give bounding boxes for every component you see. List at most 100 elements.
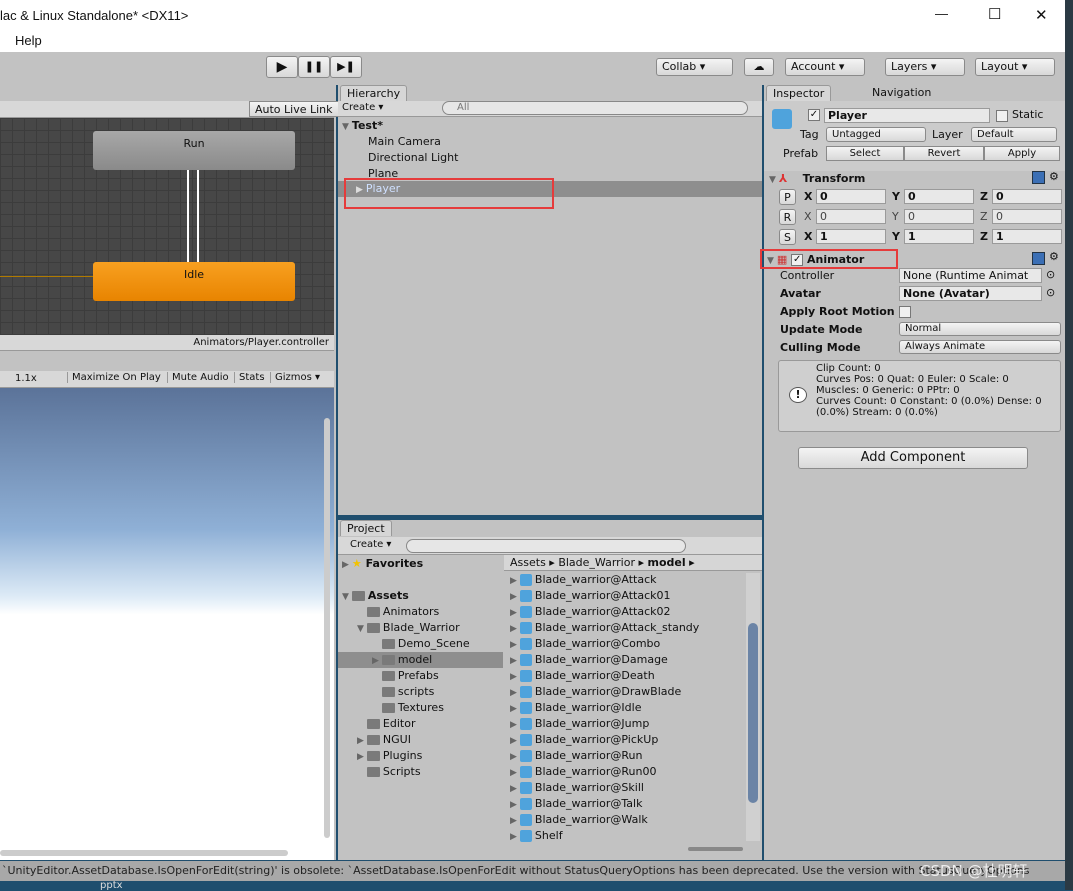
file-item[interactable]: ▶ Blade_warrior@Damage xyxy=(510,653,668,666)
add-component-button[interactable]: Add Component xyxy=(798,447,1028,469)
expand-arrow-icon[interactable]: ▶ xyxy=(510,608,517,618)
expand-arrow-icon[interactable]: ▶ xyxy=(357,752,364,762)
expand-arrow-icon[interactable]: ▶ xyxy=(372,656,379,666)
expand-arrow-icon[interactable]: ▶ xyxy=(510,752,517,762)
object-picker-icon[interactable]: ⊙ xyxy=(1046,268,1055,281)
prefab-revert-button[interactable]: Revert xyxy=(904,146,984,161)
file-item[interactable]: ▶ Blade_warrior@Walk xyxy=(510,813,648,826)
folder-item[interactable]: ▼ Assets xyxy=(338,588,503,604)
minimize-button[interactable]: — xyxy=(935,6,948,21)
static-checkbox[interactable] xyxy=(996,110,1008,122)
tab-hierarchy[interactable]: Hierarchy xyxy=(340,85,408,101)
transform-reset-p-button[interactable]: P xyxy=(779,189,796,205)
transform-y-input[interactable]: 0 xyxy=(904,189,974,204)
tag-dropdown[interactable]: Untagged xyxy=(826,127,926,142)
step-button[interactable]: ▶❚ xyxy=(330,56,362,78)
gear-icon[interactable]: ⚙ xyxy=(1049,250,1059,263)
expand-arrow-icon[interactable]: ▶ xyxy=(510,816,517,826)
transform-header[interactable]: ▼ ⅄ Transform xyxy=(769,172,865,185)
close-button[interactable]: ✕ xyxy=(1035,6,1048,24)
stats-button[interactable]: Stats xyxy=(234,372,269,383)
help-icon[interactable] xyxy=(1032,252,1045,265)
pause-button[interactable]: ❚❚ xyxy=(298,56,330,78)
transform-z-input[interactable]: 0 xyxy=(992,189,1062,204)
collab-button[interactable]: Collab ▾ xyxy=(656,58,733,76)
layers-dropdown[interactable]: Layers ▾ xyxy=(885,58,965,76)
file-item[interactable]: ▶ Blade_warrior@Skill xyxy=(510,781,644,794)
file-item[interactable]: ▶ Blade_warrior@Attack02 xyxy=(510,605,671,618)
gear-icon[interactable]: ⚙ xyxy=(1049,170,1059,183)
maximize-button[interactable]: ☐ xyxy=(988,5,1001,23)
file-item[interactable]: ▶ Blade_warrior@Run00 xyxy=(510,765,657,778)
expand-arrow-icon[interactable]: ▼ xyxy=(342,592,349,602)
expand-arrow-icon[interactable]: ▶ xyxy=(510,576,517,586)
expand-arrow-icon[interactable]: ▶ xyxy=(510,768,517,778)
transition-line[interactable] xyxy=(187,170,189,262)
scale-label[interactable]: 1.1x xyxy=(15,373,37,384)
object-name-input[interactable]: Player xyxy=(824,108,990,123)
transform-y-input[interactable]: 1 xyxy=(904,229,974,244)
horizontal-scrollbar[interactable] xyxy=(0,850,288,856)
transform-z-input[interactable]: 0 xyxy=(992,209,1062,224)
tab-project[interactable]: Project xyxy=(340,520,392,536)
help-icon[interactable] xyxy=(1032,171,1045,184)
expand-arrow-icon[interactable]: ▶ xyxy=(510,672,517,682)
icon-size-slider[interactable] xyxy=(688,847,743,851)
prefab-apply-button[interactable]: Apply xyxy=(984,146,1060,161)
folder-item[interactable]: ▶Scripts xyxy=(338,764,503,780)
expand-arrow-icon[interactable]: ▼ xyxy=(357,624,364,634)
folder-item[interactable]: ▶ model xyxy=(338,652,503,668)
file-item[interactable]: ▶ Blade_warrior@PickUp xyxy=(510,733,658,746)
folder-item[interactable]: ▶ Plugins xyxy=(338,748,503,764)
cloud-button[interactable]: ☁ xyxy=(744,58,774,76)
file-item[interactable]: ▶ Blade_warrior@Idle xyxy=(510,701,641,714)
transform-x-input[interactable]: 0 xyxy=(816,189,886,204)
expand-arrow-icon[interactable]: ▶ xyxy=(510,784,517,794)
scrollbar-thumb[interactable] xyxy=(748,623,758,803)
active-checkbox[interactable]: ✓ xyxy=(808,109,820,121)
folder-item[interactable]: ▶Textures xyxy=(338,700,503,716)
expand-arrow-icon[interactable]: ▶ xyxy=(510,688,517,698)
state-idle[interactable]: Idle xyxy=(93,262,295,301)
file-item[interactable]: ▶ Blade_warrior@Run xyxy=(510,749,643,762)
file-scrollbar[interactable] xyxy=(746,573,760,841)
avatar-field[interactable]: None (Avatar) xyxy=(899,286,1042,301)
expand-arrow-icon[interactable]: ▶ xyxy=(510,704,517,714)
vertical-scrollbar[interactable] xyxy=(324,418,330,838)
prefab-select-button[interactable]: Select xyxy=(826,146,904,161)
transform-z-input[interactable]: 1 xyxy=(992,229,1062,244)
play-button[interactable]: ▶ xyxy=(266,56,298,78)
mute-audio-button[interactable]: Mute Audio xyxy=(167,372,233,383)
folder-item[interactable]: ▼ Blade_Warrior xyxy=(338,620,503,636)
auto-live-link-button[interactable]: Auto Live Link xyxy=(249,101,339,117)
folder-item[interactable]: ▶Demo_Scene xyxy=(338,636,503,652)
file-item[interactable]: ▶ Shelf xyxy=(510,829,563,842)
transform-reset-s-button[interactable]: S xyxy=(779,229,796,245)
file-item[interactable]: ▶ Blade_warrior@DrawBlade xyxy=(510,685,681,698)
state-run[interactable]: Run xyxy=(93,131,295,170)
gizmos-button[interactable]: Gizmos ▾ xyxy=(270,372,324,383)
file-item[interactable]: ▶ Blade_warrior@Combo xyxy=(510,637,660,650)
breadcrumb-item[interactable]: model xyxy=(648,556,686,569)
expand-arrow-icon[interactable]: ▶ xyxy=(510,592,517,602)
breadcrumb-item[interactable]: Blade_Warrior xyxy=(558,556,635,569)
menu-help[interactable]: Help xyxy=(15,33,42,48)
create-button[interactable]: Create ▾ xyxy=(342,102,383,113)
folder-item[interactable]: ▶ NGUI xyxy=(338,732,503,748)
layout-dropdown[interactable]: Layout ▾ xyxy=(975,58,1055,76)
expand-arrow-icon[interactable]: ▶ xyxy=(510,656,517,666)
expand-arrow-icon[interactable]: ▶ xyxy=(510,720,517,730)
folder-item[interactable]: ▶Prefabs xyxy=(338,668,503,684)
scene-root[interactable]: ▼ Test* xyxy=(342,119,383,132)
culling-mode-dropdown[interactable]: Always Animate xyxy=(899,340,1061,354)
apply-root-motion-checkbox[interactable] xyxy=(899,306,911,318)
favorites[interactable]: ▶ ★ Favorites xyxy=(342,557,423,570)
account-dropdown[interactable]: Account ▾ xyxy=(785,58,865,76)
expand-arrow-icon[interactable]: ▶ xyxy=(510,832,517,842)
breadcrumb-item[interactable]: Assets xyxy=(510,556,546,569)
expand-arrow-icon[interactable]: ▶ xyxy=(510,624,517,634)
controller-field[interactable]: None (Runtime Animat xyxy=(899,268,1042,283)
tab-navigation[interactable]: Navigation xyxy=(872,86,931,99)
folder-item[interactable]: ▶Animators xyxy=(338,604,503,620)
expand-arrow-icon[interactable]: ▶ xyxy=(510,736,517,746)
